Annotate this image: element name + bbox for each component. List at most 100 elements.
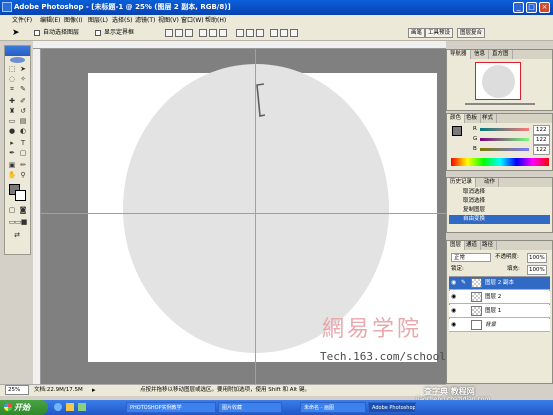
taskbar-item[interactable]: PHOTOSHOP实例教学 (126, 402, 216, 413)
fill-field[interactable]: 100% (527, 265, 547, 275)
navigator-view-box[interactable] (475, 62, 521, 100)
move-tool-icon[interactable]: ➤ (18, 65, 28, 74)
tab-histogram[interactable]: 直方图 (489, 50, 513, 59)
layer-name[interactable]: 图层 2 (485, 293, 501, 301)
navigator-zoom-slider[interactable] (465, 103, 535, 105)
menu-help[interactable]: 帮助(H) (205, 16, 226, 25)
channel-g-slider[interactable] (480, 138, 529, 141)
dock-tab-layer-comps[interactable]: 图层复合 (457, 28, 486, 38)
layer-name[interactable]: 背景 (485, 321, 496, 329)
visibility-eye-icon[interactable]: ◉ (451, 308, 457, 314)
layer-name[interactable]: 图层 2 副本 (485, 279, 514, 287)
gradient-tool-icon[interactable]: ▤ (18, 117, 28, 126)
shape-tool-icon[interactable]: ▢ (18, 149, 28, 158)
notes-tool-icon[interactable]: ▣ (7, 161, 17, 170)
distribute-right-icon[interactable] (290, 29, 298, 37)
history-item[interactable]: 取消选择 (449, 188, 550, 197)
quicklaunch-ie-icon[interactable] (54, 403, 62, 411)
blend-mode-select[interactable]: 正常 (451, 253, 491, 262)
distribute-left-icon[interactable] (270, 29, 278, 37)
zoom-field[interactable]: 25% (5, 385, 29, 395)
distribute-middle-icon[interactable] (246, 29, 254, 37)
menu-file[interactable]: 文件(F) (12, 16, 32, 25)
quicklaunch-desktop-icon[interactable] (78, 403, 86, 411)
blur-tool-icon[interactable]: ● (7, 127, 17, 136)
dock-tab-tool-presets[interactable]: 工具预设 (425, 28, 454, 38)
minimize-button[interactable]: _ (513, 2, 524, 13)
taskbar-item[interactable]: 未命名 - 画图 (300, 402, 366, 413)
align-center-icon[interactable] (209, 29, 217, 37)
zoom-tool-icon[interactable]: ⚲ (18, 171, 28, 180)
history-item[interactable]: 复制图层 (449, 206, 550, 215)
align-left-icon[interactable] (199, 29, 207, 37)
menu-filter[interactable]: 滤镜(T) (135, 16, 155, 25)
close-button[interactable]: × (539, 2, 550, 13)
layer-row-selected[interactable]: ◉ ✎ 图层 2 副本 (449, 277, 550, 290)
standard-mode-icon[interactable]: ▢ (7, 206, 17, 215)
history-item[interactable]: 取消选择 (449, 197, 550, 206)
taskbar-item-active[interactable]: Adobe Photoshop ... (368, 402, 416, 413)
vertical-ruler[interactable] (33, 49, 41, 384)
screen-mode-full-icon[interactable]: ■ (19, 218, 29, 227)
status-arrow-icon[interactable]: ▸ (92, 385, 96, 396)
type-tool-icon[interactable]: T (18, 139, 28, 148)
menu-select[interactable]: 选择(S) (112, 16, 133, 25)
channel-r-value[interactable]: 122 (533, 125, 550, 135)
horizontal-guide[interactable] (41, 213, 446, 214)
clone-stamp-icon[interactable]: ♜ (7, 107, 17, 116)
hand-tool-icon[interactable]: ✋ (7, 171, 17, 180)
align-top-icon[interactable] (165, 29, 173, 37)
visibility-eye-icon[interactable]: ◉ (451, 294, 457, 300)
eraser-tool-icon[interactable]: ▭ (7, 117, 17, 126)
photoshop-app-icon[interactable] (2, 2, 12, 12)
align-bottom-icon[interactable] (185, 29, 193, 37)
menu-edit[interactable]: 编辑(E) (40, 16, 60, 25)
channel-r-slider[interactable] (480, 128, 529, 131)
distribute-top-icon[interactable] (236, 29, 244, 37)
path-selection-icon[interactable]: ▸ (7, 139, 17, 148)
healing-brush-icon[interactable]: ✚ (7, 97, 17, 106)
move-tool-preset-icon[interactable]: ➤ (12, 28, 20, 38)
align-middle-icon[interactable] (175, 29, 183, 37)
dodge-tool-icon[interactable]: ◐ (18, 127, 28, 136)
jump-to-imageready-icon[interactable]: ⇄ (12, 231, 22, 240)
menu-layer[interactable]: 图层(L) (88, 16, 108, 25)
tab-actions[interactable]: 动作 (481, 178, 500, 187)
tab-navigator[interactable]: 导航器 (447, 50, 471, 59)
channel-b-slider[interactable] (480, 148, 529, 151)
channel-g-value[interactable]: 122 (533, 135, 550, 145)
color-fg-swatch[interactable] (452, 126, 462, 136)
menu-image[interactable]: 图像(I) (64, 16, 82, 25)
lasso-tool-icon[interactable]: ◌ (7, 75, 17, 84)
background-color-swatch[interactable] (15, 190, 26, 201)
distribute-center-icon[interactable] (280, 29, 288, 37)
tab-styles[interactable]: 样式 (479, 114, 498, 123)
layer-name[interactable]: 图层 1 (485, 307, 501, 315)
history-item-selected[interactable]: 自由变换 (449, 215, 550, 224)
tab-paths[interactable]: 路径 (479, 241, 498, 250)
layer-row[interactable]: ◉ 背景 (449, 319, 550, 332)
layer-row[interactable]: ◉ 图层 2 (449, 291, 550, 304)
dock-tab-brushes[interactable]: 画笔 (408, 28, 426, 38)
brush-tool-icon[interactable]: ✐ (18, 97, 28, 106)
layer-row[interactable]: ◉ 图层 1 (449, 305, 550, 318)
slice-tool-icon[interactable]: ✎ (18, 85, 28, 94)
show-bounds-checkbox[interactable] (95, 30, 101, 36)
taskbar-item[interactable]: 图片收藏 (218, 402, 282, 413)
visibility-eye-icon[interactable]: ◉ (451, 322, 457, 328)
distribute-bottom-icon[interactable] (256, 29, 264, 37)
visibility-eye-icon[interactable]: ◉ (451, 280, 457, 286)
align-right-icon[interactable] (219, 29, 227, 37)
channel-b-value[interactable]: 122 (533, 145, 550, 155)
menu-window[interactable]: 窗口(W) (181, 16, 204, 25)
quick-mask-icon[interactable]: ◙ (18, 206, 28, 215)
auto-select-checkbox[interactable] (34, 30, 40, 36)
eyedropper-icon[interactable]: ✏ (18, 161, 28, 170)
tab-history[interactable]: 历史记录 (447, 178, 477, 187)
tab-info[interactable]: 信息 (471, 50, 490, 59)
history-brush-icon[interactable]: ↺ (18, 107, 28, 116)
opacity-field[interactable]: 100% (527, 253, 547, 263)
magic-wand-icon[interactable]: ✧ (18, 75, 28, 84)
quicklaunch-folder-icon[interactable] (66, 403, 74, 411)
horizontal-ruler[interactable] (33, 41, 446, 49)
